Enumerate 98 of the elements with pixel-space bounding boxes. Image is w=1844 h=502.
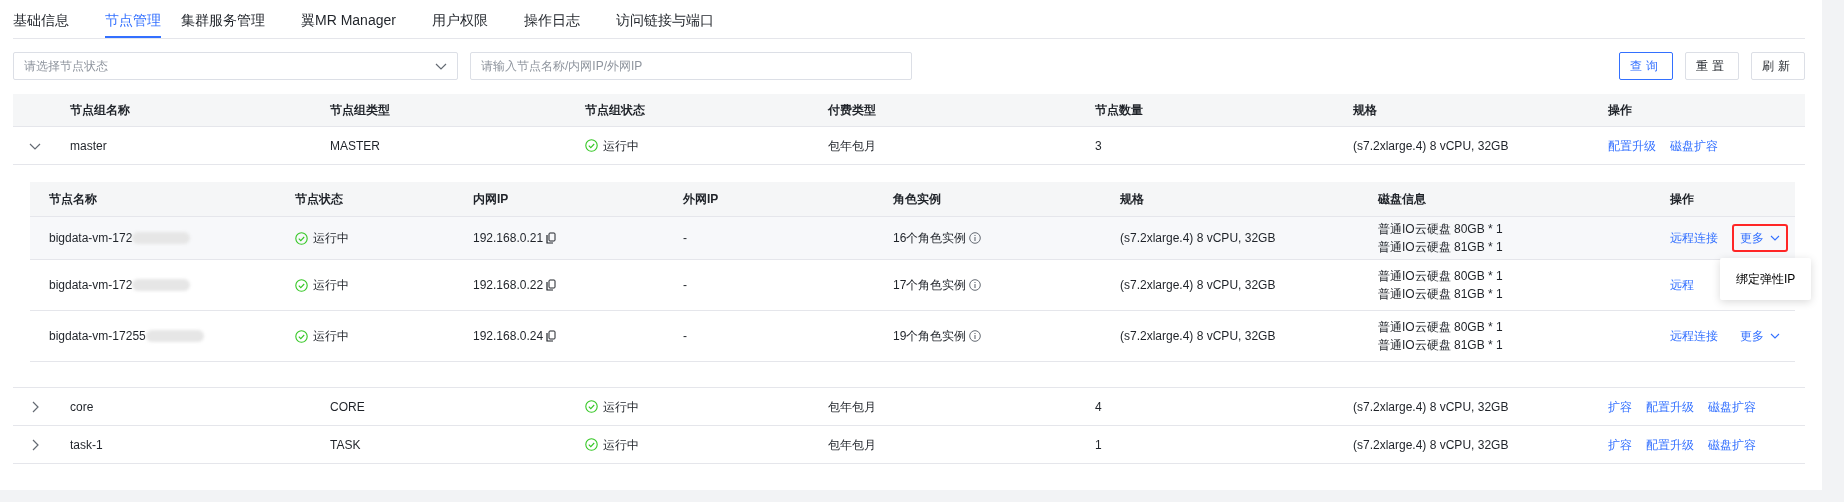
table-cell-text: 普通IO云硬盘 81GB * 1 <box>1378 286 1503 303</box>
table-cell-text: 包年包月 <box>828 398 876 416</box>
copy-icon <box>546 330 557 342</box>
table-cell-text: 包年包月 <box>828 137 876 155</box>
info-icon <box>969 232 982 244</box>
column-header: 操作 <box>1670 191 1694 208</box>
table-cell-text: 1 <box>1095 436 1102 454</box>
column-header: 角色实例 <box>893 191 941 208</box>
action-link[interactable]: 配置升级 <box>1608 136 1656 155</box>
column-header: 节点组名称 <box>70 102 130 119</box>
table-cell-text: (s7.2xlarge.4) 8 vCPU, 32GB <box>1120 230 1276 247</box>
table-cell-text: 16个角色实例 <box>893 230 967 247</box>
status-text: 运行中 <box>603 436 639 454</box>
column-header: 节点组状态 <box>585 102 645 119</box>
check-circle-icon <box>585 139 598 152</box>
status-text: 运行中 <box>603 137 639 155</box>
action-button[interactable]: 重置 <box>1685 52 1739 80</box>
action-button[interactable]: 刷新 <box>1751 52 1805 80</box>
action-link[interactable]: 磁盘扩容 <box>1670 136 1718 155</box>
table-cell-text: 普通IO云硬盘 80GB * 1 <box>1378 268 1503 285</box>
table-cell-text: 普通IO云硬盘 81GB * 1 <box>1378 239 1503 256</box>
table-cell-text: 17个角色实例 <box>893 277 967 294</box>
column-header: 磁盘信息 <box>1378 191 1426 208</box>
copy-icon <box>546 279 557 291</box>
column-header: 节点名称 <box>49 191 97 208</box>
action-link[interactable]: 扩容 <box>1608 397 1632 416</box>
status-select[interactable]: 请选择节点状态 <box>13 52 458 80</box>
chevron-icon <box>1770 233 1780 243</box>
status-text: 运行中 <box>313 277 349 294</box>
column-header: 节点组类型 <box>330 102 390 119</box>
action-link[interactable]: 远程连接 <box>1670 229 1718 247</box>
info-icon <box>969 279 982 291</box>
column-header: 规格 <box>1353 102 1377 119</box>
check-circle-icon <box>295 329 308 343</box>
table-cell-text: 普通IO云硬盘 81GB * 1 <box>1378 337 1503 354</box>
table-cell-text: 3 <box>1095 137 1102 155</box>
column-header: 内网IP <box>473 191 509 208</box>
check-circle-icon <box>585 400 598 413</box>
table-cell-text: MASTER <box>330 137 380 155</box>
check-circle-icon <box>295 231 308 245</box>
table-cell-text: TASK <box>330 436 361 454</box>
check-circle-icon <box>585 438 598 451</box>
more-dropdown[interactable]: 更多 <box>1732 224 1788 252</box>
tab[interactable]: 翼MR Manager <box>301 0 412 38</box>
column-header: 付费类型 <box>828 102 876 119</box>
table-cell-text: 192.168.0.22 <box>473 277 544 294</box>
table-cell-text: - <box>683 230 687 247</box>
table-cell-text: 普通IO云硬盘 80GB * 1 <box>1378 319 1503 336</box>
action-link[interactable]: 远程连接 <box>1670 327 1718 345</box>
chevron-icon <box>1770 331 1780 341</box>
table-cell-text: (s7.2xlarge.4) 8 vCPU, 32GB <box>1353 436 1509 454</box>
column-header: 节点数量 <box>1095 102 1143 119</box>
tab[interactable]: 集群服务管理 <box>181 0 281 38</box>
action-link[interactable]: 配置升级 <box>1646 435 1694 454</box>
table-cell-text: (s7.2xlarge.4) 8 vCPU, 32GB <box>1353 398 1509 416</box>
table-cell-text: 普通IO云硬盘 80GB * 1 <box>1378 221 1503 238</box>
tab[interactable]: 节点管理 <box>105 0 161 38</box>
table-cell-text: 192.168.0.21 <box>473 230 544 247</box>
status-text: 运行中 <box>313 328 349 345</box>
table-cell-text: bigdata-vm-17255 <box>49 328 146 345</box>
action-link[interactable]: 远程 <box>1670 276 1694 294</box>
status-text: 运行中 <box>603 398 639 416</box>
tab[interactable]: 操作日志 <box>523 0 596 38</box>
search-field[interactable]: 请输入节点名称/内网IP/外网IP <box>470 52 912 80</box>
table-cell-text: 包年包月 <box>828 436 876 454</box>
table-cell-text: task-1 <box>70 436 103 454</box>
check-circle-icon <box>295 278 308 292</box>
action-link[interactable]: 扩容 <box>1608 435 1632 454</box>
table-cell-text: - <box>683 328 687 345</box>
column-header: 外网IP <box>683 191 719 208</box>
select-placeholder: 请选择节点状态 <box>24 58 108 75</box>
table-cell-text: master <box>70 137 107 155</box>
query-button[interactable]: 查询 <box>1619 52 1673 80</box>
status-text: 运行中 <box>313 230 349 247</box>
copy-icon <box>546 232 557 244</box>
tab[interactable]: 基础信息 <box>13 0 85 38</box>
column-header: 规格 <box>1120 191 1144 208</box>
table-cell-text: bigdata-vm-172 <box>49 277 133 294</box>
column-header: 节点状态 <box>295 191 343 208</box>
table-cell-text: core <box>70 398 94 416</box>
action-link[interactable]: 磁盘扩容 <box>1708 435 1756 454</box>
action-link[interactable]: 磁盘扩容 <box>1708 397 1756 416</box>
tab[interactable]: 访问链接与端口 <box>615 0 730 38</box>
table-cell-text: (s7.2xlarge.4) 8 vCPU, 32GB <box>1120 328 1276 345</box>
table-cell-text: CORE <box>330 398 365 416</box>
table-cell-text: bigdata-vm-172 <box>49 230 133 247</box>
table-cell-text: 4 <box>1095 398 1102 416</box>
table-cell-text: (s7.2xlarge.4) 8 vCPU, 32GB <box>1120 277 1276 294</box>
table-cell-text: (s7.2xlarge.4) 8 vCPU, 32GB <box>1353 137 1509 155</box>
info-icon <box>969 330 982 342</box>
table-cell-text: 192.168.0.24 <box>473 328 544 345</box>
menu-item[interactable]: 绑定弹性IP <box>1736 270 1796 288</box>
table-cell-text: 19个角色实例 <box>893 328 967 345</box>
tab[interactable]: 用户权限 <box>431 0 504 38</box>
more-dropdown[interactable]: 更多 <box>1732 322 1788 350</box>
action-link[interactable]: 配置升级 <box>1646 397 1694 416</box>
table-cell-text: - <box>683 277 687 294</box>
column-header: 操作 <box>1608 102 1632 119</box>
